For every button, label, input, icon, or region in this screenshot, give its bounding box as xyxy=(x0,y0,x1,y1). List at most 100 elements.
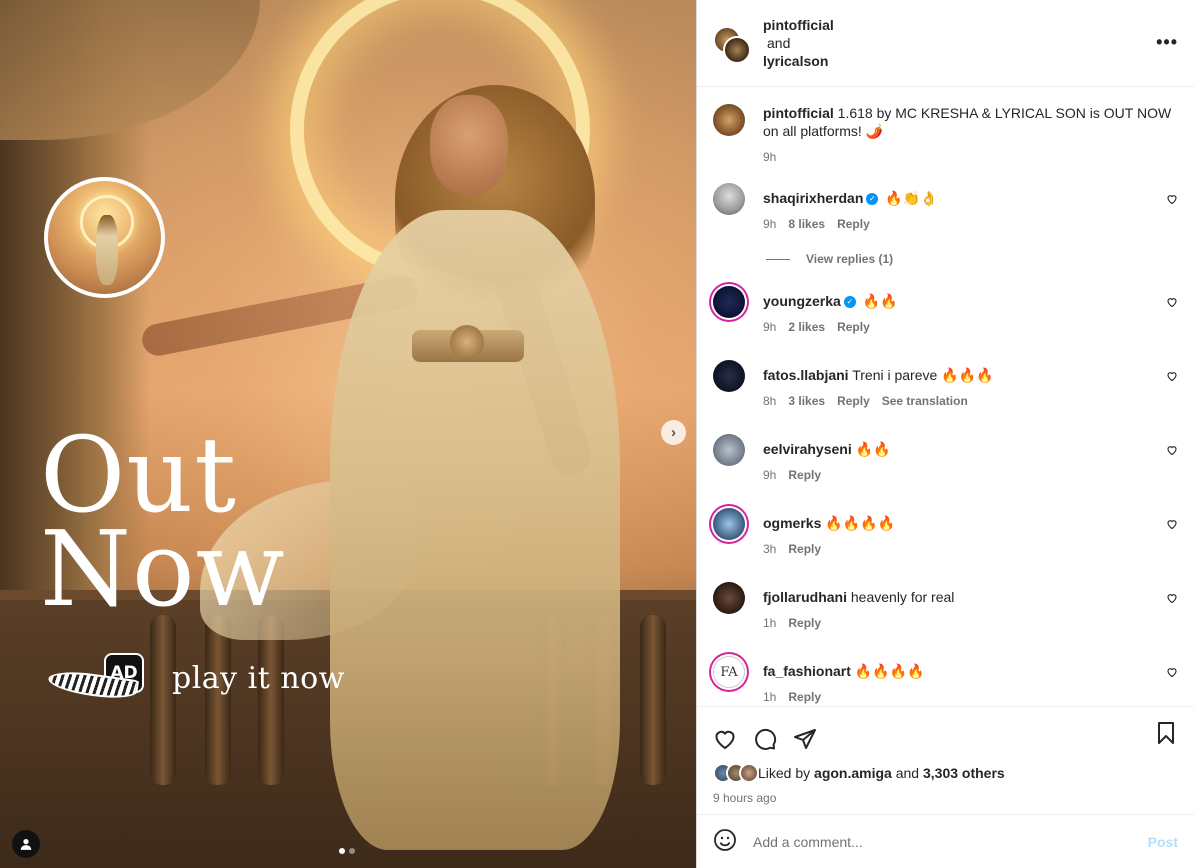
heart-icon[interactable] xyxy=(1166,193,1178,205)
baluster xyxy=(640,615,666,785)
post-caption: pintofficial 1.618 by MC KRESHA & LYRICA… xyxy=(697,87,1194,166)
reply-button[interactable]: Reply xyxy=(837,392,870,410)
headline: Out Now xyxy=(40,423,286,630)
heart-icon[interactable] xyxy=(1166,444,1178,456)
share-icon[interactable] xyxy=(793,727,817,754)
avatar xyxy=(723,36,751,64)
comment-time: 8h xyxy=(763,394,777,408)
avatar[interactable] xyxy=(713,582,745,614)
reply-button[interactable]: Reply xyxy=(788,466,821,484)
comment-username[interactable]: youngzerka xyxy=(763,293,841,309)
comment-time: 1h xyxy=(763,690,777,704)
play-it-now-text: play it now xyxy=(172,660,345,696)
reply-button[interactable]: Reply xyxy=(788,688,821,706)
comment-likes[interactable]: 2 likes xyxy=(788,318,825,336)
liker-username[interactable]: agon.amiga xyxy=(814,765,892,781)
bookmark-icon[interactable] xyxy=(1154,721,1178,748)
heart-icon[interactable] xyxy=(1166,666,1178,678)
coauthor-username[interactable]: lyricalson xyxy=(763,52,834,70)
figure-head xyxy=(430,95,508,195)
view-replies-button[interactable]: View replies (1) xyxy=(697,252,1194,266)
comment-time: 9h xyxy=(763,217,777,231)
caption-username[interactable]: pintofficial xyxy=(763,105,834,121)
add-comment-bar: Post xyxy=(697,814,1194,868)
heart-icon[interactable] xyxy=(713,727,737,754)
comment-item: shaqirixherdan ✓ 🔥👏👌 9h 8 likes Reply xyxy=(697,183,1194,233)
comment-likes[interactable]: 8 likes xyxy=(788,215,825,233)
comment-text: heavenly for real xyxy=(850,589,955,605)
view-replies-label: View replies (1) xyxy=(806,252,894,266)
post-media[interactable]: Out Now AD play it now › xyxy=(0,0,696,868)
liked-and-label: and xyxy=(895,765,920,781)
comment-likes[interactable]: 3 likes xyxy=(788,392,825,410)
comment-text: 🔥🔥🔥🔥 xyxy=(825,515,895,531)
comment-username[interactable]: shaqirixherdan xyxy=(763,190,863,206)
story-thumbnail xyxy=(44,177,165,298)
comment-text: 🔥👏👌 xyxy=(885,190,938,206)
avatar[interactable]: FA xyxy=(713,656,745,688)
likes-count[interactable]: 3,303 others xyxy=(923,765,1005,781)
reply-button[interactable]: Reply xyxy=(788,540,821,558)
reply-button[interactable]: Reply xyxy=(837,215,870,233)
comment-text: 🔥🔥 xyxy=(862,293,898,309)
heart-icon[interactable] xyxy=(1166,296,1178,308)
caption-time: 9h xyxy=(763,150,777,164)
collab-avatars[interactable] xyxy=(713,16,753,64)
comment-item: ogmerks 🔥🔥🔥🔥 3h Reply xyxy=(697,508,1194,558)
brand-row: AD play it now xyxy=(44,652,345,704)
avatar[interactable] xyxy=(713,104,745,136)
comment-time: 1h xyxy=(763,616,777,630)
comment-username[interactable]: eelvirahyseni xyxy=(763,441,852,457)
avatar xyxy=(739,763,759,783)
heart-icon[interactable] xyxy=(1166,370,1178,382)
post-timestamp[interactable]: 9 hours ago xyxy=(713,791,1178,805)
carousel-dot xyxy=(349,848,355,854)
user-tag-icon[interactable] xyxy=(12,830,40,858)
comment-item: FA fa_fashionart 🔥🔥🔥🔥 1h Reply xyxy=(697,656,1194,706)
figure-rosette xyxy=(450,325,484,359)
avatar[interactable] xyxy=(713,360,745,392)
comment-item: youngzerka ✓ 🔥🔥 9h 2 likes Reply xyxy=(697,286,1194,336)
comment-time: 9h xyxy=(763,320,777,334)
liker-avatars xyxy=(713,763,759,783)
chevron-right-icon[interactable]: › xyxy=(661,420,686,445)
comments-list[interactable]: pintofficial 1.618 by MC KRESHA & LYRICA… xyxy=(697,87,1194,706)
avatar[interactable] xyxy=(713,434,745,466)
comment-icon[interactable] xyxy=(753,727,777,754)
emoji-icon[interactable] xyxy=(713,828,737,855)
comment-item: fjollarudhani heavenly for real 1h Reply xyxy=(697,582,1194,632)
post-actions: Liked by agon.amiga and 3,303 others 9 h… xyxy=(697,706,1194,814)
avatar[interactable] xyxy=(713,286,745,318)
verified-badge-icon: ✓ xyxy=(866,193,879,206)
avatar[interactable] xyxy=(713,508,745,540)
comment-input[interactable] xyxy=(753,833,1148,850)
carousel-dots xyxy=(339,848,355,854)
comment-time: 3h xyxy=(763,542,777,556)
comment-username[interactable]: fjollarudhani xyxy=(763,589,847,605)
figure-dress xyxy=(330,210,620,850)
post-sidebar: pintofficial and lyricalson ••• pintoffi… xyxy=(696,0,1194,868)
likes-summary[interactable]: Liked by agon.amiga and 3,303 others xyxy=(713,763,1178,783)
post-button[interactable]: Post xyxy=(1148,834,1178,850)
see-translation-button[interactable]: See translation xyxy=(882,392,968,410)
comment-time: 9h xyxy=(763,468,777,482)
comment-username[interactable]: fa_fashionart xyxy=(763,663,851,679)
heart-icon[interactable] xyxy=(1166,518,1178,530)
mini-figure xyxy=(96,215,118,285)
collab-names: pintofficial and lyricalson xyxy=(763,16,834,86)
comment-username[interactable]: ogmerks xyxy=(763,515,821,531)
heart-icon[interactable] xyxy=(1166,592,1178,604)
comment-username[interactable]: fatos.llabjani xyxy=(763,367,849,383)
reply-button[interactable]: Reply xyxy=(788,614,821,632)
avatar[interactable] xyxy=(713,183,745,215)
headline-line2: Now xyxy=(40,508,286,630)
comment-text: Treni i pareve 🔥🔥🔥 xyxy=(852,367,994,383)
post-header: pintofficial and lyricalson ••• xyxy=(697,0,1194,87)
comment-text: 🔥🔥🔥🔥 xyxy=(854,663,925,679)
more-icon[interactable]: ••• xyxy=(1156,32,1178,53)
post-modal: Out Now AD play it now › pintofficial an xyxy=(0,0,1194,868)
and-text: and xyxy=(767,35,791,51)
author-username[interactable]: pintofficial xyxy=(763,16,834,34)
comment-item: eelvirahyseni 🔥🔥 9h Reply xyxy=(697,434,1194,484)
reply-button[interactable]: Reply xyxy=(837,318,870,336)
